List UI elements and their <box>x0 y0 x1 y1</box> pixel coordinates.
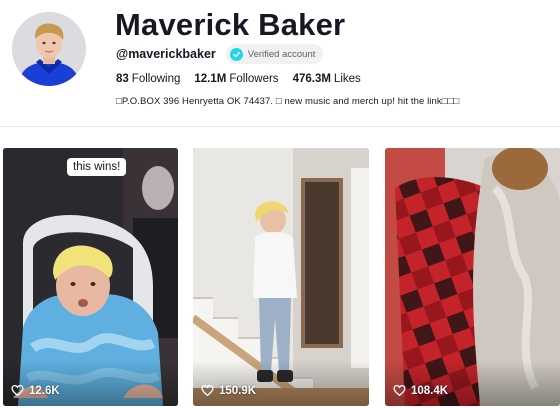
followers-count: 12.1M <box>194 73 227 85</box>
view-count-value: 108.4K <box>411 384 449 397</box>
profile-name: Maverick Baker <box>115 7 346 42</box>
likes-label: Likes <box>333 73 361 85</box>
profile-handle: @maverickbaker <box>116 47 216 61</box>
profile-header: Maverick Baker @maverickbaker Verified a… <box>0 0 560 126</box>
avatar[interactable] <box>12 12 86 86</box>
verified-label: Verified account <box>247 48 316 60</box>
handle-row: @maverickbaker Verified account <box>116 44 324 64</box>
likes-stat: 476.3M Likes <box>293 73 361 85</box>
profile-stats: 83 Following 12.1M Followers 476.3M Likes <box>116 73 375 85</box>
followers-label: Followers <box>229 73 279 85</box>
likes-count: 476.3M <box>292 73 331 85</box>
thumbnail-shade <box>385 360 560 406</box>
following-label: Following <box>131 73 181 85</box>
following-count: 83 <box>116 73 129 85</box>
video-card[interactable]: 108.4K <box>385 148 560 406</box>
verified-badge: Verified account <box>225 44 324 64</box>
thumbnail-shade <box>193 360 369 406</box>
thumbnail-shade <box>3 360 178 406</box>
view-count: 12.6K <box>11 384 60 397</box>
profile-bio: □P.O.BOX 396 Henryetta OK 74437. □ new m… <box>116 96 460 107</box>
heart-icon <box>393 384 406 397</box>
followers-stat[interactable]: 12.1M Followers <box>194 73 278 85</box>
view-count-value: 12.6K <box>29 384 60 397</box>
avatar-image <box>12 12 86 86</box>
following-stat[interactable]: 83 Following <box>116 73 180 85</box>
video-card[interactable]: this wins! 12.6K <box>3 148 178 406</box>
heart-icon <box>201 384 214 397</box>
view-count: 150.9K <box>201 384 256 397</box>
divider <box>0 126 560 127</box>
video-card[interactable]: 150.9K <box>193 148 369 406</box>
heart-icon <box>11 384 24 397</box>
caption-sticker: this wins! <box>67 158 127 176</box>
check-circle-icon <box>229 47 243 61</box>
view-count: 108.4K <box>393 384 448 397</box>
view-count-value: 150.9K <box>219 384 257 397</box>
